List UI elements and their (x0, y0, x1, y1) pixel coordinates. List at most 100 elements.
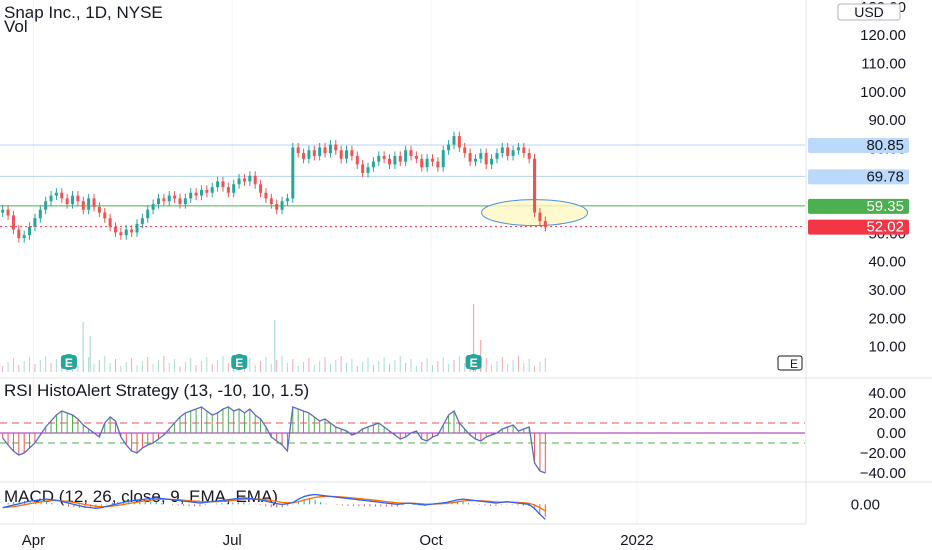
candle-body (76, 195, 80, 202)
candle-body (366, 167, 370, 173)
candle-body (1, 209, 5, 213)
candle-body (404, 150, 408, 162)
price-axis-tick: 40.00 (868, 254, 906, 271)
candle-body (436, 161, 440, 168)
candle-body (194, 192, 198, 196)
candle-body (296, 147, 300, 154)
candle-body (393, 155, 397, 165)
price-level-label: 52.02 (866, 219, 904, 236)
candle-body (92, 198, 96, 207)
rsi-axis-tick: 20.00 (868, 405, 906, 422)
candle-body (167, 195, 171, 202)
candle-body (156, 198, 160, 205)
candle-body (44, 201, 48, 210)
candle-body (457, 136, 461, 148)
price-axis-tick: 20.00 (868, 310, 906, 327)
earnings-marker-label: E (65, 356, 73, 370)
candle-body (33, 218, 37, 227)
candle-body (81, 201, 85, 210)
candle-body (291, 147, 295, 199)
candle-body (361, 164, 365, 173)
candle-body (162, 198, 166, 202)
price-axis-tick: 100.00 (860, 84, 906, 101)
rsi-line (2, 406, 546, 474)
candle-body (140, 218, 144, 224)
candle-body (199, 189, 203, 196)
candle-body (124, 229, 128, 236)
candle-body (345, 150, 349, 159)
candle-body (11, 215, 15, 230)
candle-body (350, 150, 354, 156)
candle-body (377, 155, 381, 162)
candle-body (60, 192, 64, 199)
candle-body (49, 195, 53, 202)
candle-body (414, 155, 418, 159)
candle-body (248, 175, 252, 182)
price-axis-tick: 30.00 (868, 282, 906, 299)
candle-body (242, 178, 246, 182)
candle-body (430, 158, 434, 162)
time-axis-label: Jul (223, 532, 242, 549)
earnings-marker-label: E (235, 356, 243, 370)
candle-body (339, 150, 343, 159)
candle-body (97, 206, 101, 213)
macd-axis-tick: 0.00 (851, 496, 880, 513)
candle-body (511, 150, 515, 156)
price-level-label: 69.78 (866, 168, 904, 185)
candle-body (409, 150, 413, 156)
price-axis-tick: 90.00 (868, 112, 906, 129)
candle-body (103, 212, 107, 219)
candle-body (473, 158, 477, 162)
candle-body (269, 198, 273, 205)
candle-body (543, 221, 547, 227)
rsi-axis-tick: 40.00 (868, 385, 906, 402)
price-level-label: 80.85 (866, 137, 904, 154)
candle-body (522, 147, 526, 154)
candle-body (398, 155, 402, 162)
candle-body (216, 181, 220, 188)
candle-body (420, 158, 424, 168)
chart-stage: Snap Inc., 1D, NYSE Vol AprJulOct2022130… (0, 0, 932, 550)
candle-body (259, 184, 263, 193)
candle-body (17, 229, 21, 239)
currency-label: USD (854, 4, 884, 20)
candle-body (302, 153, 306, 159)
candle-body (318, 147, 322, 156)
candle-body (6, 209, 10, 216)
candle-body (151, 204, 155, 210)
candle-body (264, 192, 268, 199)
chart-svg: AprJulOct2022130.00120.00110.00100.0090.… (0, 0, 932, 549)
candle-body (65, 198, 69, 205)
candle-body (323, 147, 327, 154)
candle-body (307, 150, 311, 159)
candle-body (425, 158, 429, 168)
time-axis-label: 2022 (620, 532, 653, 549)
candle-body (232, 184, 236, 193)
time-axis-label: Oct (419, 532, 443, 549)
price-level-label: 59.35 (866, 198, 904, 215)
candle-body (527, 153, 531, 159)
macd-title: MACD (12, 26, close, 9, EMA, EMA) (4, 487, 278, 506)
candle-body (468, 153, 472, 162)
price-axis-tick: 110.00 (861, 55, 906, 72)
candle-body (447, 144, 451, 151)
candle-body (54, 192, 58, 196)
candle-body (516, 147, 520, 151)
candle-body (28, 226, 32, 236)
candle-body (388, 158, 392, 165)
rsi-axis-tick: 0.00 (877, 425, 906, 442)
candle-body (87, 198, 91, 210)
earnings-marker-label: E (470, 356, 478, 370)
candle-body (210, 187, 214, 193)
candle-body (500, 147, 504, 154)
rsi-axis-tick: −40.00 (860, 465, 906, 482)
candle-body (135, 223, 139, 233)
candle-body (328, 144, 332, 154)
candle-body (221, 181, 225, 188)
candle-body (71, 195, 75, 205)
candle-body (355, 155, 359, 165)
candle-body (441, 150, 445, 168)
candle-body (130, 229, 134, 233)
candle-body (312, 150, 316, 156)
candle-body (205, 189, 209, 193)
